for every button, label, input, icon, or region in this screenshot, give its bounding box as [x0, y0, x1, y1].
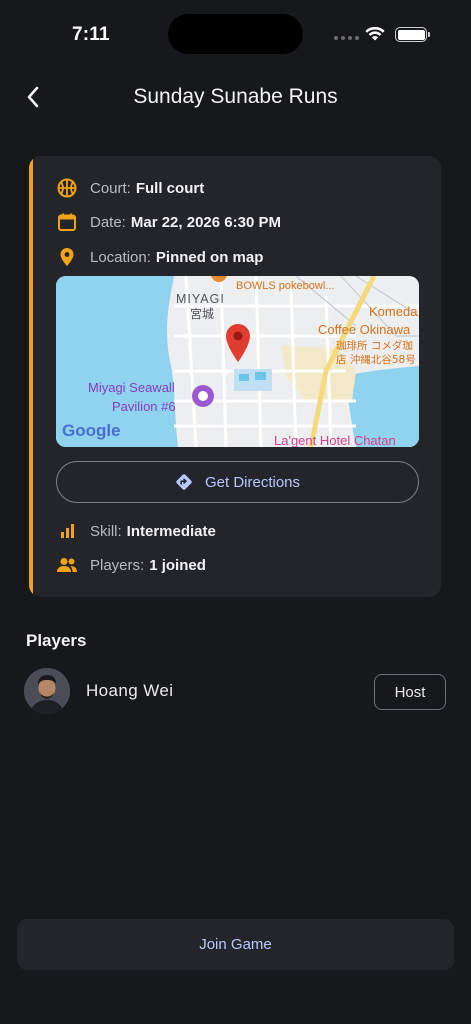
map-label-komeda-4: 店 沖縄北谷58号 — [336, 353, 416, 366]
page-title: Sunday Sunabe Runs — [133, 85, 338, 108]
basketball-icon — [56, 177, 78, 199]
map-label-hotel: La'gent Hotel Chatan — [274, 433, 396, 447]
battery-icon — [395, 27, 430, 42]
map-label-komeda-3: 珈琲所 コメダ珈 — [336, 339, 413, 352]
map-label-komeda-2: Coffee Okinawa — [318, 322, 411, 337]
date-label: Date: — [90, 213, 126, 231]
skill-row: Skill: Intermediate — [56, 520, 216, 542]
host-badge: Host — [374, 674, 446, 710]
avatar — [24, 668, 70, 714]
map-label-seawall-2: Pavilion #6 — [112, 399, 176, 414]
card-accent-bar — [29, 156, 33, 597]
court-value: Full court — [135, 179, 205, 197]
game-details-card: Court: Full court Date: Mar 22, 2026 6:3… — [29, 156, 441, 597]
people-icon — [56, 554, 78, 576]
status-time: 7:11 — [72, 24, 110, 45]
get-directions-label: Get Directions — [204, 473, 301, 491]
join-game-button[interactable]: Join Game — [17, 919, 454, 970]
status-bar: 7:11 — [0, 0, 471, 70]
location-value: Pinned on map — [155, 248, 264, 266]
map-graphic: MIYAGI 宮城 BOWLS pokebowl... Komeda Coffe… — [56, 276, 419, 447]
directions-icon — [175, 473, 193, 491]
player-name: Hoang Wei — [86, 681, 174, 700]
location-label: Location: — [90, 248, 151, 266]
map-label-seawall-1: Miyagi Seawall — [88, 380, 175, 395]
dynamic-island — [168, 14, 303, 54]
cellular-signal-icon — [334, 36, 359, 40]
court-row: Court: Full court — [56, 177, 204, 199]
date-row: Date: Mar 22, 2026 6:30 PM — [56, 211, 281, 233]
map-label-bowls: BOWLS pokebowl... — [236, 280, 334, 292]
calendar-icon — [56, 211, 78, 233]
players-section-title: Players — [26, 631, 87, 650]
location-pin-icon — [56, 246, 78, 268]
signal-bars-icon — [56, 520, 78, 542]
map-label-area-en: MIYAGI — [176, 292, 225, 306]
header: Sunday Sunabe Runs — [0, 76, 471, 120]
date-value: Mar 22, 2026 6:30 PM — [130, 213, 281, 231]
skill-label: Skill: — [90, 522, 122, 540]
map-label-komeda-1: Komeda — [369, 304, 418, 319]
court-label: Court: — [90, 179, 131, 197]
players-row: Players: 1 joined — [56, 554, 206, 576]
location-map[interactable]: MIYAGI 宮城 BOWLS pokebowl... Komeda Coffe… — [56, 276, 419, 447]
players-label: Players: — [90, 556, 145, 574]
location-row: Location: Pinned on map — [56, 246, 263, 268]
player-list-item[interactable]: Hoang Wei Host — [24, 668, 446, 716]
wifi-icon — [365, 26, 385, 41]
skill-value: Intermediate — [126, 522, 216, 540]
google-logo: Google — [62, 421, 121, 440]
players-value: 1 joined — [149, 556, 206, 574]
get-directions-button[interactable]: Get Directions — [56, 461, 419, 503]
map-label-area-jp: 宮城 — [190, 306, 214, 321]
